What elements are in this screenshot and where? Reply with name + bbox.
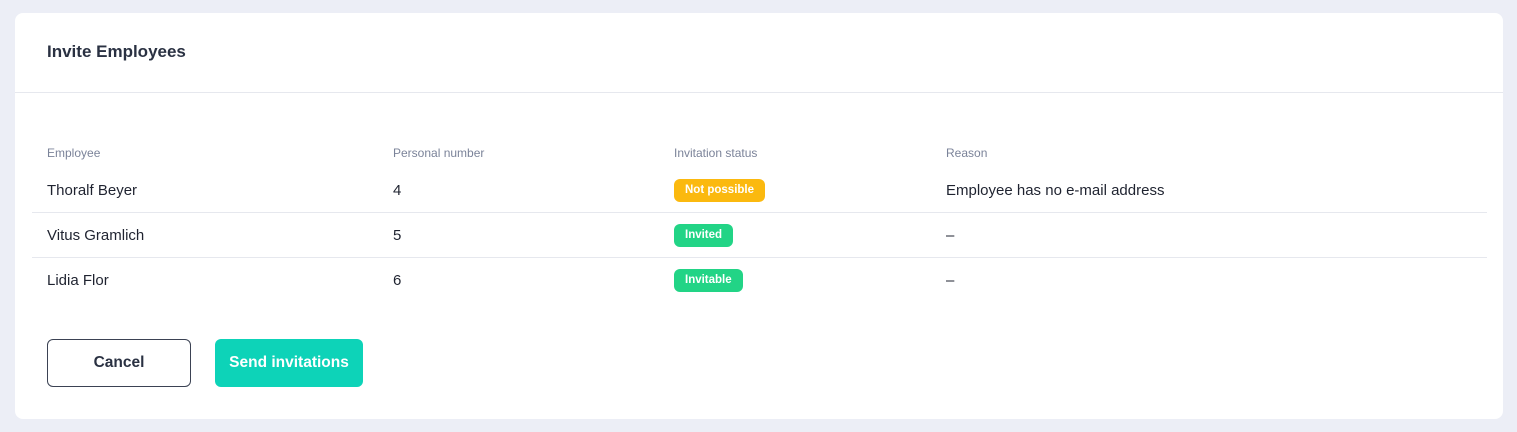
action-bar: Cancel Send invitations: [47, 339, 363, 387]
cancel-button[interactable]: Cancel: [47, 339, 191, 387]
status-badge: Invited: [674, 223, 734, 247]
column-header-reason: Reason: [946, 146, 988, 160]
personal-number: 4: [393, 181, 402, 199]
employee-name: Thoralf Beyer: [47, 181, 138, 199]
column-header-personal-number: Personal number: [393, 146, 485, 160]
personal-number: 6: [393, 272, 402, 289]
table-row: Vitus Gramlich 5 Invited –: [32, 213, 1487, 258]
status-cell: Not possible: [674, 178, 946, 202]
table-row: Lidia Flor 6 Invitable –: [32, 258, 1487, 303]
column-header-employee: Employee: [47, 146, 101, 160]
table-row: Thoralf Beyer 4 Not possible Employee ha…: [32, 168, 1487, 213]
employee-name: Lidia Flor: [47, 272, 109, 289]
invite-employees-card: Invite Employees Employee Personal numbe…: [15, 13, 1503, 419]
status-badge: Not possible: [674, 178, 766, 202]
table-header: Employee Personal number Invitation stat…: [32, 138, 1487, 168]
page-title: Invite Employees: [47, 42, 186, 61]
status-cell: Invitable: [674, 269, 946, 292]
column-header-invitation-status: Invitation status: [674, 146, 758, 160]
status-cell: Invited: [674, 223, 946, 247]
reason-text: –: [946, 226, 955, 244]
employee-name: Vitus Gramlich: [47, 226, 145, 244]
send-invitations-button[interactable]: Send invitations: [215, 339, 363, 387]
reason-text: –: [946, 272, 955, 289]
employees-table: Employee Personal number Invitation stat…: [32, 138, 1487, 303]
card-header: Invite Employees: [15, 13, 1503, 93]
personal-number: 5: [393, 226, 402, 244]
reason-text: Employee has no e-mail address: [946, 181, 1165, 199]
status-badge: Invitable: [674, 269, 743, 292]
